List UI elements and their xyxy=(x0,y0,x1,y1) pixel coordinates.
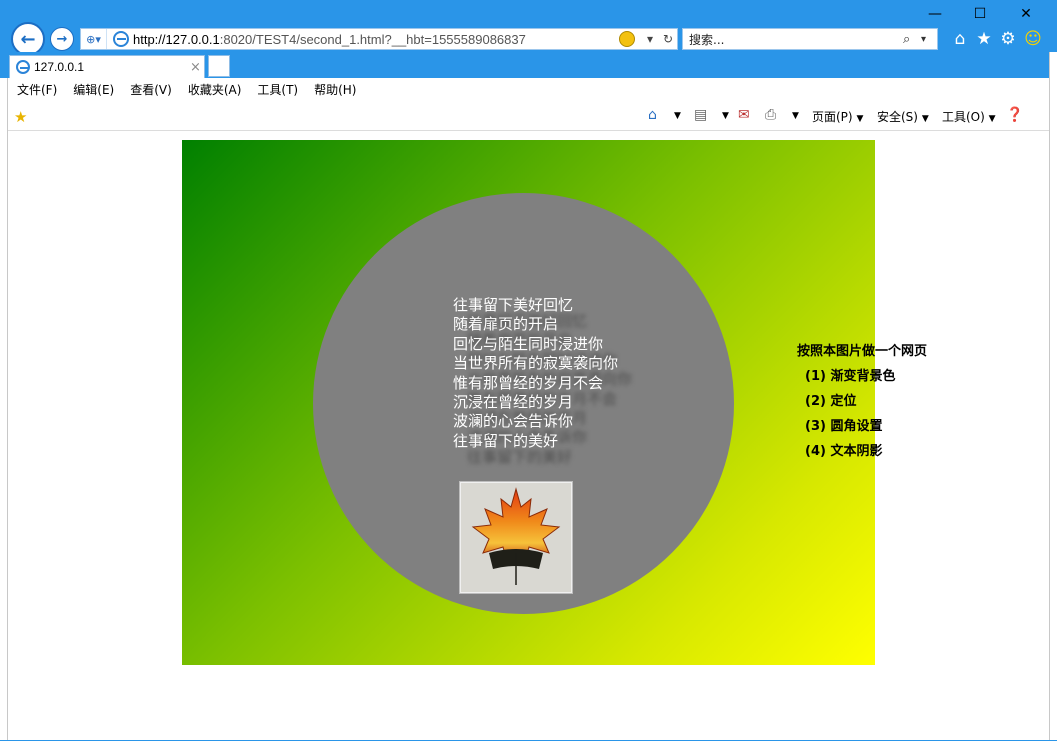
safety-menu-label: 安全(S) xyxy=(877,110,918,124)
poem-line: 往事留下美好回忆 xyxy=(453,296,574,314)
url-text[interactable]: http://127.0.0.1:8020/TEST4/second_1.htm… xyxy=(133,32,613,47)
refresh-icon[interactable]: ↻ xyxy=(659,32,677,46)
print-icon[interactable]: ⎙ xyxy=(765,107,776,123)
tab-active[interactable]: 127.0.0.1 × xyxy=(9,55,205,78)
back-button[interactable]: ← xyxy=(11,22,45,56)
safety-menu[interactable]: 安全(S) ▼ xyxy=(877,108,929,125)
page-caret-icon: ▼ xyxy=(856,114,864,124)
requirement-item: (3) 圆角设置 xyxy=(805,419,883,434)
home-dropdown-icon[interactable]: ▼ xyxy=(674,111,681,121)
safety-caret-icon: ▼ xyxy=(921,114,929,124)
window-right-edge xyxy=(1049,52,1057,749)
feeds-dropdown-icon[interactable]: ▼ xyxy=(722,111,729,121)
search-dropdown-icon[interactable]: ▾ xyxy=(921,34,937,45)
menu-bar: 文件(F) 编辑(E) 查看(V) 收藏夹(A) 工具(T) 帮助(H) xyxy=(8,78,1049,101)
tools-menu[interactable]: 工具(O) ▼ xyxy=(942,108,996,125)
back-arrow-icon: ← xyxy=(20,28,36,50)
forward-button[interactable]: → xyxy=(50,27,74,51)
requirement-item: (4) 文本阴影 xyxy=(805,444,883,459)
tab-close-icon[interactable]: × xyxy=(190,60,204,75)
poem-line: 回忆与陌生同时浸进你 xyxy=(453,334,604,353)
feeds-icon[interactable]: ▤ xyxy=(694,107,707,123)
page-menu-label: 页面(P) xyxy=(812,110,853,124)
address-bar[interactable]: ⊕▾ http://127.0.0.1:8020/TEST4/second_1.… xyxy=(80,28,678,50)
page-viewport: 往事留下美好回忆 随着扉页的开启 回忆与陌生同时浸进你 当世界所有的寂寞袭向你 … xyxy=(9,132,1049,740)
requirements-title: 按照本图片做一个网页 xyxy=(797,344,928,359)
search-placeholder: 搜索... xyxy=(689,32,725,47)
close-window-button[interactable]: ✕ xyxy=(1011,4,1041,24)
browser-title-bar: — ☐ ✕ ← → ⊕▾ http://127.0.0.1:8020/TEST4… xyxy=(0,0,1057,56)
menu-edit[interactable]: 编辑(E) xyxy=(73,81,114,98)
settings-gear-icon[interactable]: ⚙ xyxy=(997,28,1019,50)
url-host: http://127.0.0.1 xyxy=(133,31,220,47)
status-bar xyxy=(0,740,1057,749)
help-icon[interactable]: ❓ xyxy=(1006,107,1023,123)
page-menu[interactable]: 页面(P) ▼ xyxy=(812,108,863,125)
search-box[interactable]: 搜索... ⌕ ▾ xyxy=(682,28,938,50)
read-mail-icon[interactable]: ✉ xyxy=(738,107,750,123)
minimize-button[interactable]: — xyxy=(920,4,950,24)
maximize-button[interactable]: ☐ xyxy=(965,4,995,24)
menu-favorites[interactable]: 收藏夹(A) xyxy=(188,81,242,98)
poem-line: 往事留下的美好 xyxy=(453,431,559,450)
tab-title: 127.0.0.1 xyxy=(34,60,85,74)
tab-bar: 127.0.0.1 × xyxy=(0,52,1057,78)
home-icon[interactable]: ⌂ xyxy=(949,28,971,50)
forward-arrow-icon: → xyxy=(56,31,68,47)
poem-text: 往事留下美好回忆 随着扉页的开启 回忆与陌生同时浸进你 当世界所有的寂寞袭向你 … xyxy=(453,296,703,451)
poem-line: 惟有那曾经的岁月不会 xyxy=(453,373,604,392)
print-dropdown-icon[interactable]: ▼ xyxy=(792,111,799,121)
requirements-panel: 按照本图片做一个网页 (1) 渐变背景色 (2) 定位 (3) 圆角设置 (4)… xyxy=(797,343,997,468)
search-icon[interactable]: ⌕ xyxy=(903,32,921,47)
home-page-icon[interactable]: ⌂ xyxy=(648,107,657,123)
poem-line: 当世界所有的寂寞袭向你 xyxy=(453,354,619,373)
menu-view[interactable]: 查看(V) xyxy=(130,81,172,98)
menu-help[interactable]: 帮助(H) xyxy=(314,81,356,98)
add-favorites-icon[interactable]: ★ xyxy=(14,108,27,126)
command-bar: ★ ⌂ ▼ ▤ ▼ ✉ ⎙ ▼ 页面(P) ▼ 安全(S) ▼ 工具(O) ▼ … xyxy=(8,101,1049,131)
url-path: :8020/TEST4/second_1.html?__hbt=15555890… xyxy=(219,31,526,47)
poem-line: 沉浸在曾经的岁月 xyxy=(453,393,574,412)
requirement-item: (1) 渐变背景色 xyxy=(805,369,896,384)
poem-line: 随着扉页的开启 xyxy=(453,315,559,334)
new-tab-button[interactable] xyxy=(208,55,230,77)
tools-caret-icon: ▼ xyxy=(988,114,996,124)
maple-leaf-image xyxy=(460,482,572,593)
menu-tools[interactable]: 工具(T) xyxy=(257,81,298,98)
favorites-star-icon[interactable]: ★ xyxy=(973,28,995,50)
security-shield-icon[interactable]: ⊕▾ xyxy=(81,29,107,49)
compatibility-view-icon[interactable] xyxy=(619,31,635,47)
ie-page-icon xyxy=(113,31,129,47)
gradient-background-box: 往事留下美好回忆 随着扉页的开启 回忆与陌生同时浸进你 当世界所有的寂寞袭向你 … xyxy=(182,140,875,665)
address-dropdown-icon[interactable]: ▾ xyxy=(641,32,659,46)
maple-leaf-icon xyxy=(471,487,561,585)
gray-circle: 往事留下美好回忆 随着扉页的开启 回忆与陌生同时浸进你 当世界所有的寂寞袭向你 … xyxy=(313,193,734,614)
window-left-edge xyxy=(0,78,8,749)
feedback-smiley-icon[interactable]: ☺ xyxy=(1022,28,1044,50)
tab-ie-icon xyxy=(16,60,30,74)
menu-file[interactable]: 文件(F) xyxy=(17,81,57,98)
poem-line: 波澜的心会告诉你 xyxy=(453,412,574,431)
requirement-item: (2) 定位 xyxy=(805,394,857,409)
tools-menu-label: 工具(O) xyxy=(942,110,985,124)
